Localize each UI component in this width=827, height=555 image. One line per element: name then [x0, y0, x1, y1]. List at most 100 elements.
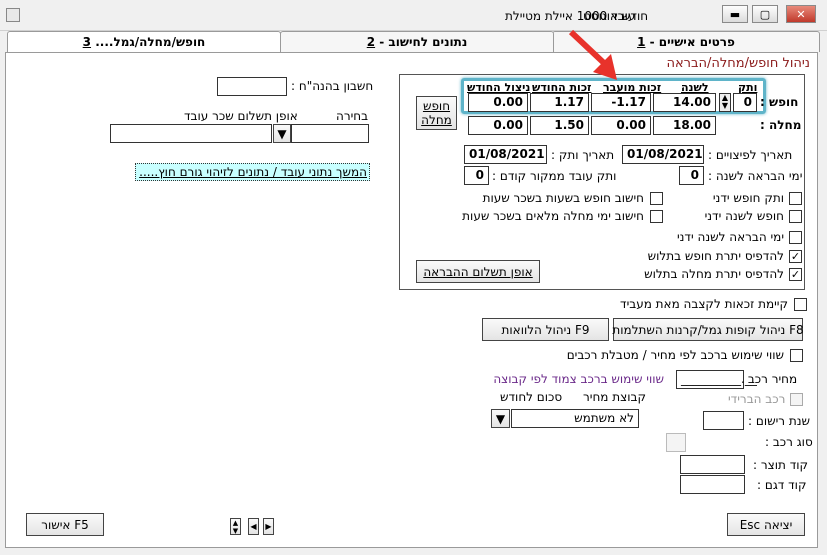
scroll-spinner-button[interactable]: ▲ ▼: [230, 518, 241, 535]
car-price-field[interactable]: __________.__: [676, 370, 757, 389]
prev-source-field[interactable]: 0: [464, 166, 489, 185]
recovery-payment-button[interactable]: אופן תשלום ההבראה: [416, 260, 540, 283]
maximize-icon: ▢: [759, 7, 771, 21]
f8-pension-funds-button-label: F8 ניהול קופות גמל/קרנות השתלמות: [612, 322, 804, 337]
chevron-down-icon: ▼: [495, 411, 506, 426]
next-record-button[interactable]: ▶: [263, 518, 274, 535]
vacation-seniority-spinner[interactable]: ▲ ▼: [719, 93, 731, 112]
prev-source-label: ותק עובד ממקור קודם :: [492, 169, 617, 183]
car-use-checkbox[interactable]: [790, 349, 803, 362]
hybrid-checkbox[interactable]: [790, 393, 803, 406]
group-price-select[interactable]: לא משתמש: [511, 409, 639, 428]
maximize-button[interactable]: ▢: [752, 5, 778, 23]
arrow-left-icon: ◀: [250, 522, 257, 531]
reg-year-field[interactable]: [703, 411, 744, 430]
continue-employee-data-link[interactable]: המשך נתוני עובד / נתונים לזיהוי גורם חוץ…: [135, 163, 370, 181]
approve-button[interactable]: F5 אישור: [26, 513, 104, 536]
calc-sick-full-days-checkbox[interactable]: [650, 210, 663, 223]
manual-vacation-year-checkbox[interactable]: [789, 210, 802, 223]
sick-used-field[interactable]: 0.00: [468, 116, 528, 135]
vacation-monthly-field[interactable]: 1.17: [530, 93, 589, 112]
print-sick-balance-checkbox[interactable]: ✓: [789, 268, 802, 281]
close-icon: ✕: [796, 7, 806, 21]
tab-vacation-sick-num: 3: [82, 35, 92, 49]
tab-personal-details-label: פרטים אישיים -: [645, 35, 735, 49]
calc-vacation-hours-checkbox[interactable]: [650, 192, 663, 205]
print-vacation-balance-label: להדפיס יתרת חופש בתלוש: [647, 249, 784, 263]
seniority-date-label: תאריך ותק :: [551, 148, 615, 162]
payment-method-select[interactable]: [110, 124, 272, 143]
title-month: חודש אוגוסט: [583, 9, 649, 23]
bank-account-field[interactable]: [217, 77, 287, 96]
print-vacation-balance-checkbox[interactable]: ✓: [789, 250, 802, 263]
group-price-label: קבוצת מחיר: [583, 390, 646, 404]
manual-recovery-days-label: ימי הבראה לשנה ידני: [676, 230, 784, 244]
f9-loans-button-label: F9 ניהול הלוואות: [501, 322, 590, 337]
seniority-date-field[interactable]: 01/08/2021: [464, 145, 547, 164]
car-use-label: שווי שימוש ברכב לפי מחיר / מטבלת רכבים: [566, 348, 784, 362]
f8-pension-funds-button[interactable]: F8 ניהול קופות גמל/קרנות השתלמות: [612, 318, 804, 341]
reg-year-label: שנת רישום :: [748, 414, 811, 428]
tab-vacation-sick-label: חופש/מחלה/גמל....: [91, 35, 206, 49]
sick-carried-field[interactable]: 0.00: [591, 116, 651, 135]
choice-label: בחירה: [336, 109, 369, 123]
calc-sick-full-days-label: חישוב ימי מחלה מלאים בשכר שעות: [462, 209, 644, 223]
exit-button[interactable]: יציאה Esc: [727, 513, 805, 536]
tab-calc-data[interactable]: נתונים לחישוב - 2: [280, 31, 554, 52]
vacation-carried-field[interactable]: -1.17: [591, 93, 651, 112]
recovery-days-label: ימי הבראה לשנה :: [708, 169, 803, 183]
sick-per-year-field[interactable]: 18.00: [653, 116, 716, 135]
transfer-rights-checkbox[interactable]: [794, 298, 807, 311]
minimize-icon: ▬: [729, 7, 741, 21]
vacation-sick-button-label: חופש מחלה: [421, 99, 452, 127]
vacation-per-year-field[interactable]: 14.00: [653, 93, 716, 112]
manufacturer-code-field[interactable]: [680, 455, 745, 474]
payment-method-label: אופן תשלום שכר עובד: [184, 109, 298, 123]
close-button[interactable]: ✕: [786, 5, 816, 23]
approve-button-label: F5 אישור: [41, 517, 89, 532]
up-down-arrow-icon: ▲ ▼: [232, 518, 239, 535]
vacation-sick-button[interactable]: חופש מחלה: [416, 96, 457, 130]
print-sick-balance-label: להדפיס יתרת מחלה בתלוש: [644, 267, 784, 281]
tab-calc-data-label: נתונים לחישוב -: [375, 35, 468, 49]
transfer-rights-label: קיימת זכאות לקצבה מאת מעביד: [620, 297, 788, 311]
manufacturer-code-label: קוד תוצר :: [753, 458, 809, 472]
app-icon: [6, 8, 20, 22]
group-car-label: שווי שימוש ברכב צמוד לפי קבוצה: [493, 372, 664, 386]
minimize-button[interactable]: ▬: [722, 5, 748, 23]
sick-monthly-field[interactable]: 1.50: [530, 116, 589, 135]
recovery-payment-button-label: אופן תשלום ההבראה: [423, 264, 533, 279]
model-code-label: קוד דגם :: [757, 478, 807, 492]
calc-vacation-hours-label: חישוב חופש בשעות בשכר שעות: [482, 191, 644, 205]
manual-vacation-seniority-checkbox[interactable]: [789, 192, 802, 205]
red-arrow-annotation: [568, 29, 617, 80]
manual-vacation-seniority-label: ותק חופש ידני: [712, 191, 784, 205]
tab-calc-data-num: 2: [366, 35, 376, 49]
bank-account-label: חשבון בהנה"ח :: [291, 79, 374, 93]
vacation-used-field[interactable]: 0.00: [468, 93, 528, 112]
previous-record-button[interactable]: ◀: [248, 518, 259, 535]
hybrid-label: רכב הברידי: [728, 392, 786, 406]
severance-date-field[interactable]: 01/08/2021: [622, 145, 704, 164]
vacation-row-label: חופש :: [760, 95, 799, 109]
car-type-select[interactable]: [666, 433, 686, 452]
group-price-dropdown-button[interactable]: ▼: [491, 409, 510, 428]
title-bar: עובד 1000 איילת מטיילת חודש אוגוסט ▬ ▢ ✕: [0, 0, 827, 31]
manual-recovery-days-checkbox[interactable]: [789, 231, 802, 244]
monthly-amount-label: סכום לחודש: [500, 390, 563, 404]
car-type-label: סוג רכב :: [765, 435, 813, 449]
section-title: ניהול חופש/מחלה/הבראה: [666, 56, 810, 71]
sick-row-label: מחלה :: [760, 118, 802, 132]
arrow-right-icon: ▶: [265, 522, 272, 531]
f9-loans-button[interactable]: F9 ניהול הלוואות: [482, 318, 609, 341]
vacation-seniority-field[interactable]: 0: [733, 93, 757, 112]
severance-date-label: תאריך לפיצויים :: [708, 148, 793, 162]
choice-field[interactable]: [291, 124, 369, 143]
model-code-field[interactable]: [680, 475, 745, 494]
chevron-down-icon: ▼: [277, 126, 287, 141]
exit-button-label: יציאה Esc: [739, 517, 793, 532]
recovery-days-field[interactable]: 0: [679, 166, 704, 185]
payment-method-dropdown-button[interactable]: ▼: [273, 124, 291, 143]
tab-vacation-sick[interactable]: חופש/מחלה/גמל.... 3: [7, 31, 281, 53]
manual-vacation-year-label: חופש לשנה ידני: [704, 209, 784, 223]
